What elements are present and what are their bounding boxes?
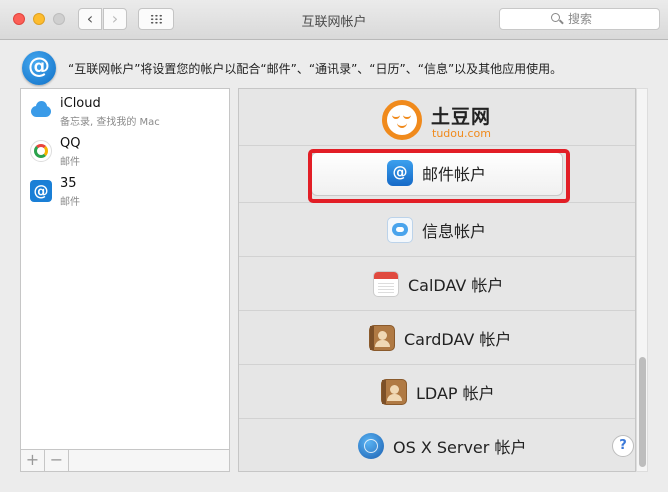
tudou-brand: 土豆网	[431, 106, 492, 128]
accounts-list-footer: + −	[20, 450, 230, 472]
provider-ldap-account[interactable]: LDAP 帐户	[239, 364, 635, 418]
provider-carddav-account[interactable]: CardDAV 帐户	[239, 310, 635, 364]
account-item-35[interactable]: @ 35 邮件	[21, 171, 229, 211]
contacts-book-icon	[369, 325, 395, 351]
provider-caldav-account[interactable]: CalDAV 帐户	[239, 256, 635, 310]
qq-icon	[30, 140, 52, 162]
add-account-button[interactable]: +	[21, 450, 45, 471]
account-item-icloud[interactable]: iCloud 备忘录, 查找我的 Mac	[21, 91, 229, 131]
provider-label: CardDAV 帐户	[404, 330, 512, 349]
provider-tudou[interactable]: 土豆网 tudou.com	[239, 89, 635, 145]
help-button[interactable]: ?	[612, 435, 634, 457]
provider-list: 土豆网 tudou.com @ 邮件帐户 信息帐户 CalDAV 帐户 Card…	[238, 88, 636, 472]
account-subtitle: 邮件	[60, 197, 80, 208]
accounts-list: iCloud 备忘录, 查找我的 Mac QQ 邮件 @ 35 邮件	[20, 88, 230, 450]
account-subtitle: 备忘录, 查找我的 Mac	[60, 117, 160, 128]
at-mail-icon: @	[30, 180, 52, 202]
account-name: iCloud	[60, 96, 101, 111]
tudou-logo-icon	[382, 100, 422, 140]
server-globe-icon	[358, 433, 384, 459]
search-field[interactable]: 搜索	[499, 8, 660, 30]
account-name: 35	[60, 176, 77, 191]
title-bar: ‹ › 互联网帐户 搜索	[0, 0, 668, 40]
account-name: QQ	[60, 136, 81, 151]
account-item-qq[interactable]: QQ 邮件	[21, 131, 229, 171]
account-subtitle: 邮件	[60, 157, 80, 168]
calendar-icon	[373, 271, 399, 297]
tudou-domain: tudou.com	[432, 127, 491, 140]
provider-label: OS X Server 帐户	[393, 438, 527, 457]
provider-osx-server-account[interactable]: OS X Server 帐户	[239, 418, 635, 471]
provider-messages-account[interactable]: 信息帐户	[239, 202, 635, 256]
selection-highlight-box	[308, 149, 570, 203]
info-description: “互联网帐户”将设置您的帐户以配合“邮件”、“通讯录”、“日历”、“信息”以及其…	[68, 62, 563, 76]
search-icon	[551, 13, 560, 22]
search-placeholder: 搜索	[568, 12, 593, 26]
provider-label: LDAP 帐户	[416, 384, 495, 403]
scrollbar-thumb[interactable]	[639, 357, 646, 467]
provider-label: CalDAV 帐户	[408, 276, 504, 295]
remove-account-button[interactable]: −	[45, 450, 69, 471]
contacts-book-icon	[381, 379, 407, 405]
internet-accounts-at-icon: @	[22, 51, 56, 85]
provider-label: 信息帐户	[422, 222, 487, 241]
messages-icon	[387, 217, 413, 243]
provider-list-scrollbar[interactable]	[636, 88, 648, 472]
icloud-icon	[30, 100, 52, 122]
